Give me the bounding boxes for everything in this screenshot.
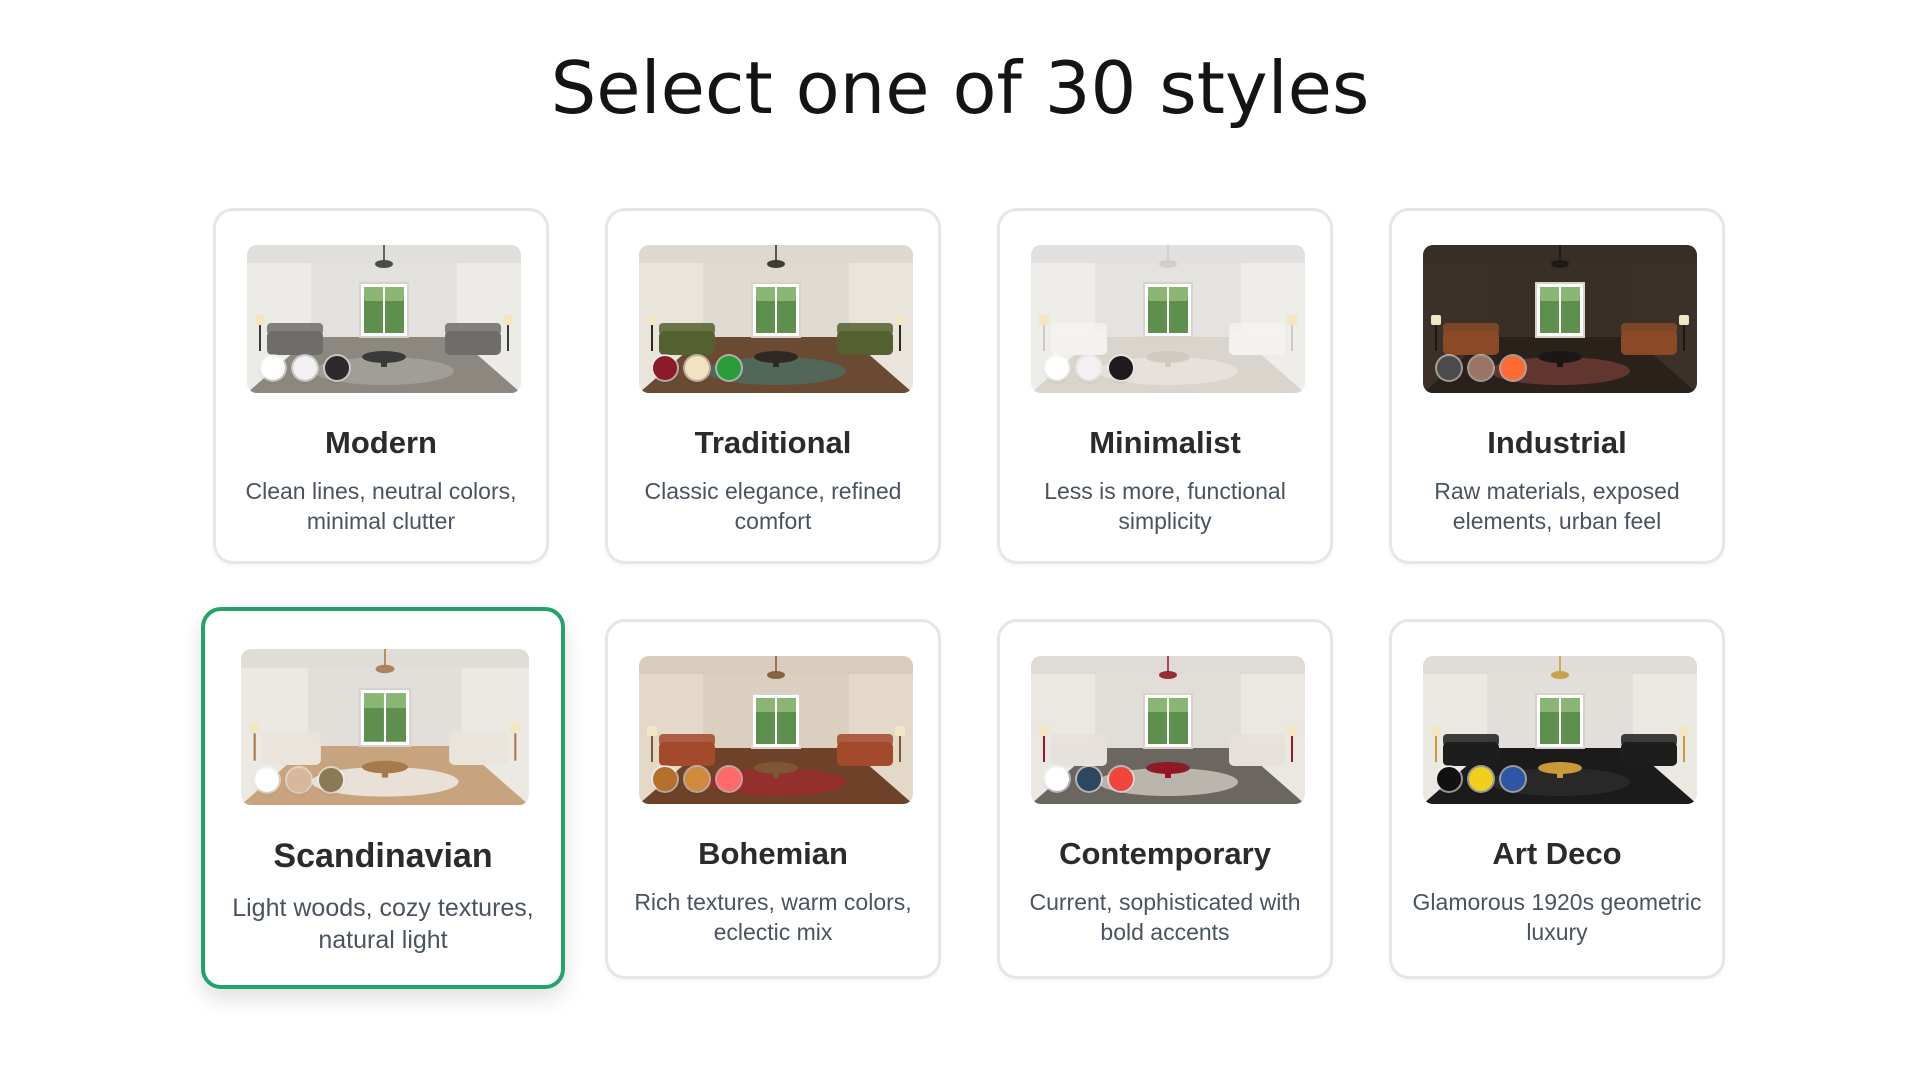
style-selection-page: Select one of 30 styles Modern Clean line… xyxy=(0,0,1920,1080)
style-preview-image xyxy=(1423,656,1697,804)
color-swatch xyxy=(293,356,317,380)
style-card-minimalist[interactable]: Minimalist Less is more, functional simpl… xyxy=(997,208,1333,564)
style-name: Contemporary xyxy=(1059,836,1271,871)
style-preview-image xyxy=(247,245,521,393)
color-palette xyxy=(1045,767,1133,791)
style-name: Traditional xyxy=(694,425,852,460)
style-card-industrial[interactable]: Industrial Raw materials, exposed element… xyxy=(1389,208,1725,564)
color-palette xyxy=(1045,356,1133,380)
style-name: Minimalist xyxy=(1089,425,1241,460)
style-description: Rich textures, warm colors, eclectic mix xyxy=(634,889,912,945)
color-swatch xyxy=(1077,356,1101,380)
style-name: Bohemian xyxy=(698,836,848,871)
color-swatch xyxy=(1045,767,1069,791)
style-description: Classic elegance, refined comfort xyxy=(644,478,902,534)
style-card-bohemian[interactable]: Bohemian Rich textures, warm colors, ecle… xyxy=(605,619,941,979)
style-name: Industrial xyxy=(1487,425,1627,460)
color-swatch xyxy=(1501,767,1525,791)
style-preview-image xyxy=(1423,245,1697,393)
color-swatch xyxy=(1501,356,1525,380)
color-swatch xyxy=(1469,767,1493,791)
color-palette xyxy=(653,767,741,791)
style-name: Modern xyxy=(325,425,437,460)
style-description: Current, sophisticated with bold accents xyxy=(1029,889,1301,945)
color-palette xyxy=(1437,767,1525,791)
color-swatch xyxy=(653,356,677,380)
color-swatch xyxy=(1469,356,1493,380)
color-palette xyxy=(653,356,741,380)
style-description: Less is more, functional simplicity xyxy=(1044,478,1286,534)
style-name: Art Deco xyxy=(1492,836,1622,871)
style-card-scandinavian[interactable]: Scandinavian Light woods, cozy textures, … xyxy=(201,607,565,989)
style-card-contemporary[interactable]: Contemporary Current, sophisticated with … xyxy=(997,619,1333,979)
color-swatch xyxy=(287,768,311,792)
color-swatch xyxy=(1437,356,1461,380)
color-swatch xyxy=(717,356,741,380)
style-card-modern[interactable]: Modern Clean lines, neutral colors, minim… xyxy=(213,208,549,564)
style-card-traditional[interactable]: Traditional Classic elegance, refined com… xyxy=(605,208,941,564)
color-swatch xyxy=(325,356,349,380)
style-preview-image xyxy=(639,245,913,393)
style-description: Light woods, cozy textures, natural ligh… xyxy=(232,894,534,954)
style-card-art-deco[interactable]: Art Deco Glamorous 1920s geometric luxury xyxy=(1389,619,1725,979)
page-title: Select one of 30 styles xyxy=(550,46,1370,130)
color-swatch xyxy=(685,356,709,380)
color-palette xyxy=(261,356,349,380)
style-description: Clean lines, neutral colors, minimal clu… xyxy=(245,478,517,534)
style-preview-image xyxy=(639,656,913,804)
color-swatch xyxy=(1109,356,1133,380)
color-swatch xyxy=(261,356,285,380)
color-swatch xyxy=(319,768,343,792)
style-name: Scandinavian xyxy=(273,837,493,875)
color-swatch xyxy=(685,767,709,791)
color-palette xyxy=(1437,356,1525,380)
color-swatch xyxy=(717,767,741,791)
style-preview-image xyxy=(241,649,529,805)
color-swatch xyxy=(1045,356,1069,380)
color-swatch xyxy=(1109,767,1133,791)
color-palette xyxy=(255,768,343,792)
color-swatch xyxy=(1077,767,1101,791)
color-swatch xyxy=(653,767,677,791)
style-preview-image xyxy=(1031,245,1305,393)
style-preview-image xyxy=(1031,656,1305,804)
color-swatch xyxy=(1437,767,1461,791)
color-swatch xyxy=(255,768,279,792)
style-description: Glamorous 1920s geometric luxury xyxy=(1412,889,1702,945)
style-description: Raw materials, exposed elements, urban f… xyxy=(1434,478,1680,534)
